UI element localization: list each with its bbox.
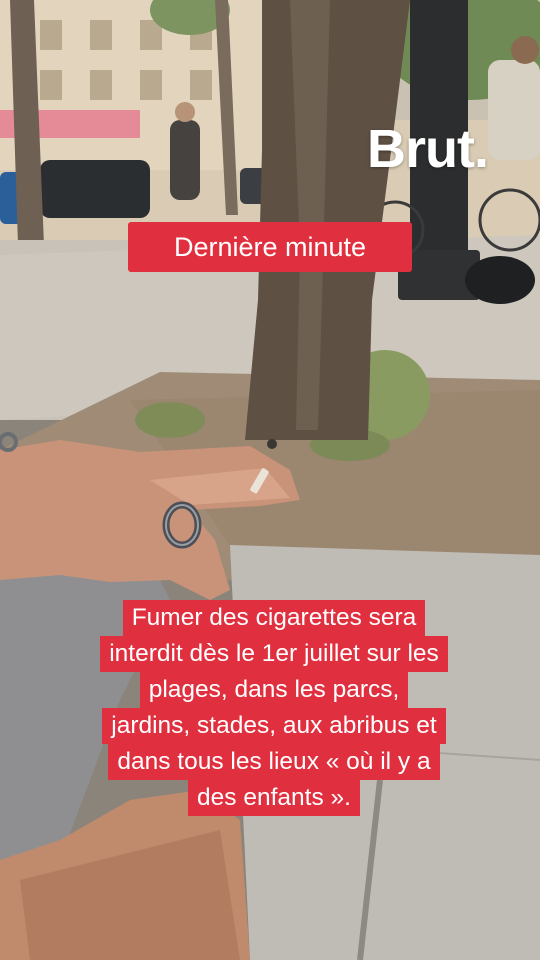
news-caption: Fumer des cigarettes sera interdit dès l…	[64, 600, 484, 816]
brut-logo-watermark: Brut.	[367, 119, 489, 179]
caption-line: dans tous les lieux « où il y a	[108, 744, 440, 780]
video-frame: Brut. Dernière minute Fumer des cigarett…	[0, 0, 540, 960]
caption-line: jardins, stades, aux abribus et	[102, 708, 446, 744]
caption-line: des enfants ».	[188, 780, 360, 816]
caption-line: plages, dans les parcs,	[139, 672, 409, 708]
caption-line: Fumer des cigarettes sera	[122, 600, 426, 636]
caption-line: interdit dès le 1er juillet sur les	[100, 636, 448, 672]
breaking-news-tag: Dernière minute	[128, 222, 412, 272]
